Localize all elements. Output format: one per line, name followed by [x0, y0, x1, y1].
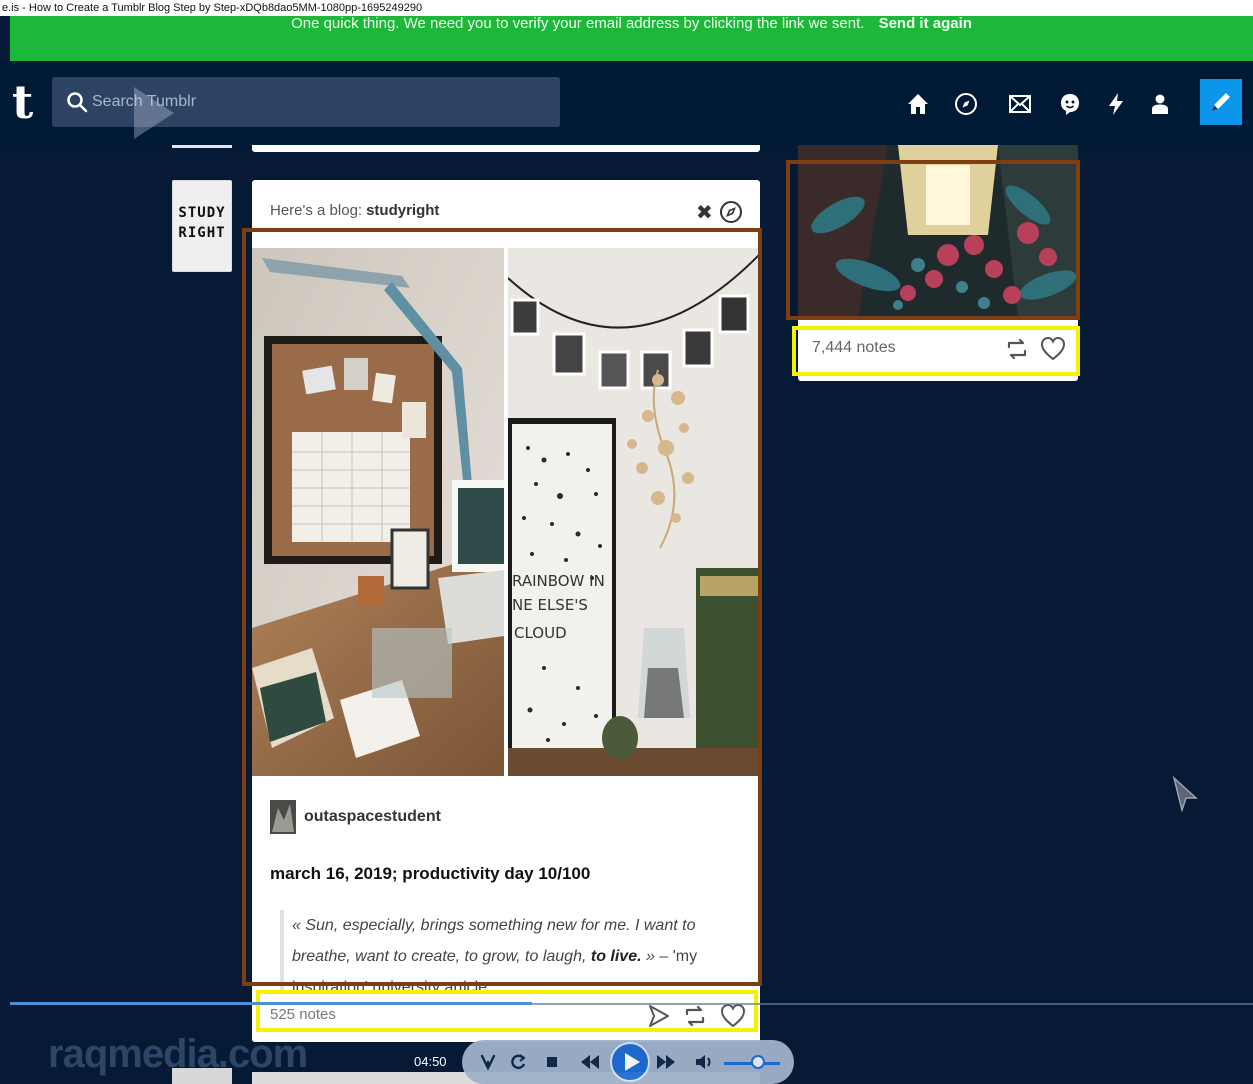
quote-emphasis: to live.: [590, 948, 642, 965]
share-icon[interactable]: [646, 1002, 672, 1030]
messaging-icon[interactable]: [1052, 83, 1088, 125]
play-icon: [625, 1053, 640, 1071]
activity-icon[interactable]: [1098, 83, 1134, 125]
search-bar[interactable]: [52, 77, 560, 139]
author-avatar[interactable]: [270, 800, 296, 834]
tumblr-logo[interactable]: t: [12, 79, 33, 125]
account-icon[interactable]: [1142, 83, 1178, 125]
desk-photo-illustration: [252, 248, 504, 776]
send-it-again-link[interactable]: Send it again: [879, 15, 972, 32]
artwork-notes-count[interactable]: 7,444 notes: [812, 339, 896, 357]
video-time-label: 04:50: [414, 1054, 447, 1069]
tumblr-dashboard-screen: e.is - How to Create a Tumblr Blog Step …: [0, 0, 1253, 1084]
suggested-blog-post-card: Here's a blog: studyright ✖ RAINBOW IN N…: [252, 180, 760, 1042]
explore-icon[interactable]: [948, 83, 984, 125]
top-navigation-bar: t: [0, 61, 1253, 145]
speed-toggle-icon[interactable]: [476, 1050, 500, 1074]
artwork-like-heart-icon[interactable]: [1040, 335, 1066, 363]
channel-watermark: raqmedia.com: [48, 1032, 308, 1076]
wall-photo-illustration: RAINBOW IN NE ELSE'S CLOUD: [508, 248, 760, 776]
mouse-cursor-icon: [1172, 776, 1198, 812]
studyright-blog-avatar[interactable]: STUDY RIGHT: [172, 180, 232, 272]
video-progress-fill: [10, 1002, 532, 1005]
pencil-icon: [1212, 93, 1230, 111]
post-title: march 16, 2019; productivity day 10/100: [270, 864, 591, 883]
play-pause-button[interactable]: [610, 1042, 650, 1082]
rewind-icon[interactable]: [578, 1050, 602, 1074]
post-photo-desk[interactable]: [252, 248, 504, 776]
stop-icon[interactable]: [540, 1050, 564, 1074]
volume-slider-knob[interactable]: [751, 1055, 765, 1069]
post-notes-bar: 525 notes: [252, 990, 760, 1042]
video-player-controls: [462, 1040, 794, 1084]
poster-caption-line1: RAINBOW IN: [512, 572, 605, 590]
post-photo-wall-poster[interactable]: RAINBOW IN NE ELSE'S CLOUD: [508, 248, 760, 776]
repeat-icon[interactable]: [506, 1050, 530, 1074]
artwork-reblog-icon[interactable]: [1004, 335, 1030, 363]
inbox-icon[interactable]: [1002, 83, 1038, 125]
poster-caption-line3: CLOUD: [514, 624, 567, 642]
compose-post-button[interactable]: [1200, 79, 1242, 125]
artwork-illustration: [798, 145, 1078, 317]
fast-forward-icon[interactable]: [654, 1050, 678, 1074]
quote-end: » –: [641, 948, 673, 965]
reblog-icon[interactable]: [682, 1002, 708, 1030]
post-notes-count[interactable]: 525 notes: [270, 1006, 336, 1023]
avatar-text-line2: RIGHT: [178, 225, 226, 241]
video-window-title: e.is - How to Create a Tumblr Blog Step …: [0, 0, 1253, 16]
artwork-post-image[interactable]: [798, 145, 1078, 317]
artwork-notes-bar: 7,444 notes: [798, 317, 1078, 381]
like-heart-icon[interactable]: [720, 1002, 746, 1030]
dismiss-close-icon[interactable]: ✖: [696, 202, 714, 224]
poster-caption-line2: NE ELSE'S: [512, 596, 588, 614]
blog-name-link[interactable]: studyright: [366, 202, 439, 219]
video-play-overlay-icon: [134, 87, 174, 139]
verification-message: One quick thing. We need you to verify y…: [291, 15, 865, 32]
search-icon: [67, 92, 88, 113]
home-icon[interactable]: [900, 83, 936, 125]
author-name[interactable]: outaspacestudent: [304, 808, 441, 826]
avatar-text-line1: STUDY: [178, 205, 226, 221]
suggested-blog-label: Here's a blog: studyright: [270, 202, 439, 219]
volume-icon[interactable]: [692, 1050, 716, 1074]
blog-explore-icon[interactable]: [719, 200, 743, 224]
header-prefix: Here's a blog:: [270, 202, 363, 219]
